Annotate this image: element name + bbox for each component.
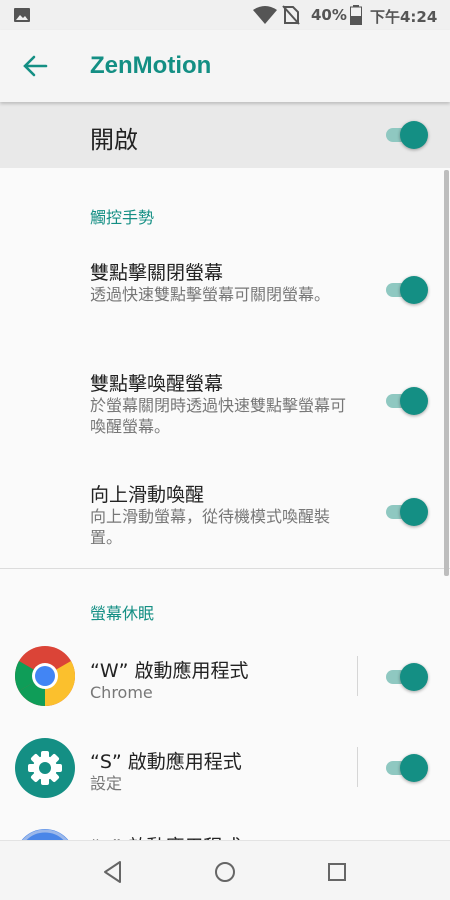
status-bar: 40% 下午4:24 [0,0,450,30]
setting-title: 雙點擊關閉螢幕 [90,262,224,284]
setting-title: “e” 啟動應用程式 [90,832,241,840]
master-switch-row[interactable]: 開啟 [0,102,450,168]
toggle-double-tap-wake[interactable] [382,387,428,415]
toggle-double-tap-off[interactable] [382,276,428,304]
battery-percent: 40% [311,6,347,24]
setting-subtitle: 於螢幕關閉時透過快速雙點擊螢幕可喚醒螢幕。 [90,396,347,436]
chrome-icon [15,646,75,706]
page-title: ZenMotion [90,52,212,79]
toggle-w-launch[interactable] [382,663,428,691]
setting-subtitle: Chrome [90,683,153,702]
section-divider [0,568,450,569]
image-notification-icon [14,8,30,22]
master-switch-label: 開啟 [90,126,138,154]
setting-subtitle: 設定 [90,774,123,793]
app-bar: ZenMotion [0,30,450,102]
navigation-bar [0,840,450,900]
setting-title: 向上滑動喚醒 [90,484,205,506]
setting-item-e-launch[interactable]: “e” 啟動應用程式 [0,826,450,840]
battery-icon [350,5,362,25]
vertical-divider [357,656,358,696]
section-header-screen-sleep: 螢幕休眠 [90,604,155,623]
scrollbar[interactable] [444,170,449,576]
screen: 40% 下午4:24 ZenMotion 開啟 觸控手勢 雙點擊關閉螢幕 透過快… [0,0,450,900]
setting-subtitle: 向上滑動螢幕，從待機模式喚醒裝置。 [90,507,331,547]
setting-title: 雙點擊喚醒螢幕 [90,373,224,395]
toggle-swipe-up-wake[interactable] [382,498,428,526]
vertical-divider [357,747,358,787]
master-toggle[interactable] [382,121,428,149]
wifi-icon [253,6,277,24]
section-header-touch-gestures: 觸控手勢 [90,208,155,227]
setting-title: “W” 啟動應用程式 [90,660,249,682]
back-nav-icon[interactable] [100,859,126,885]
status-time: 下午4:24 [370,8,438,26]
back-arrow-icon[interactable] [22,54,48,78]
toggle-s-launch[interactable] [382,754,428,782]
home-nav-icon[interactable] [212,859,238,885]
setting-title: “S” 啟動應用程式 [90,751,242,773]
no-sim-icon [282,5,300,25]
recents-nav-icon[interactable] [324,859,350,885]
settings-gear-icon [15,738,75,798]
setting-subtitle: 透過快速雙點擊螢幕可關閉螢幕。 [90,285,331,304]
browser-icon [21,829,69,840]
